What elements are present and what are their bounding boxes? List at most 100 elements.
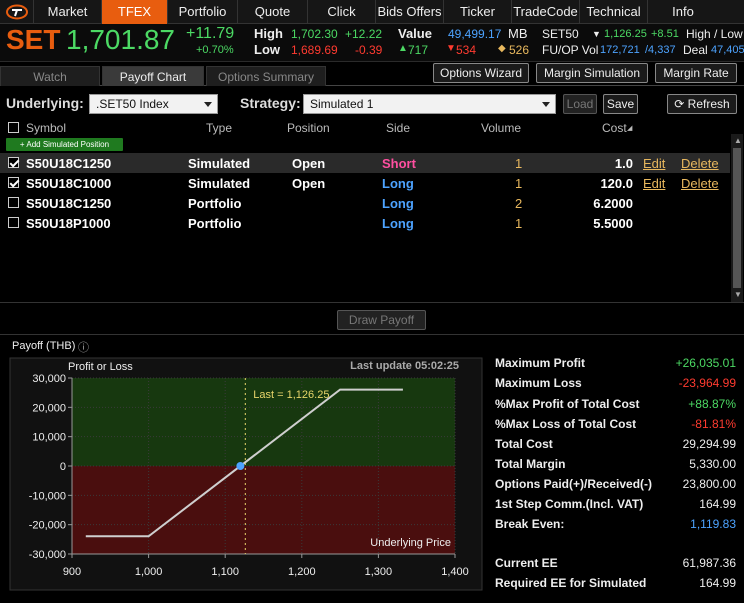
high-change: +12.22 (345, 27, 383, 41)
cell-cost: 6.2000 (593, 196, 633, 211)
tab-payoff-chart[interactable]: Payoff Chart (102, 66, 204, 86)
nav-tab-ticker[interactable]: Ticker (444, 0, 512, 24)
summary-value: 164.99 (699, 576, 736, 590)
underlying-select[interactable]: .SET50 Index (89, 94, 218, 114)
summary-value: 1,119.83 (690, 517, 736, 531)
col-type[interactable]: Type (206, 121, 232, 135)
unchanged-count: 526 (509, 43, 530, 57)
summary-value: -23,964.99 (678, 376, 736, 390)
nav-tab-market[interactable]: Market (34, 0, 102, 24)
cell-symbol: S50U18C1000 (26, 176, 112, 191)
refresh-button[interactable]: ⟳ Refresh (667, 94, 737, 114)
options-wizard-button[interactable]: Options Wizard (433, 63, 529, 83)
x-axis-label: Underlying Price (370, 537, 451, 549)
table-row[interactable]: S50U18C1250 Simulated Open Short 1 1.0 Edit Del… (0, 153, 730, 173)
cell-type: Simulated (188, 176, 251, 191)
cell-side: Long (382, 176, 414, 191)
table-row[interactable]: S50U18C1250 Portfolio Long 2 6.2000 (0, 193, 730, 213)
row-checkbox[interactable] (8, 157, 19, 168)
summary-label: Current EE (495, 556, 558, 570)
table-row[interactable]: S50U18C1000 Simulated Open Long 1 120.0 Edit De… (0, 173, 730, 193)
payoff-title: Payoff (THB) (12, 340, 76, 352)
nav-tab-tfex[interactable]: TFEX (102, 0, 168, 24)
nav-tab-quote[interactable]: Quote (238, 0, 308, 24)
info-icon[interactable]: ⓘ (78, 339, 89, 355)
nav-tab-info[interactable]: Info (648, 0, 718, 24)
delete-link[interactable]: Delete (681, 176, 719, 191)
nav-tab-bids-offers[interactable]: Bids Offers (376, 0, 444, 24)
summary-value: +88.87% (688, 397, 736, 411)
cell-side: Long (382, 216, 414, 231)
high-low-label: High / Low (686, 27, 743, 41)
edit-link[interactable]: Edit (643, 156, 665, 171)
refresh-label: Refresh (687, 97, 730, 111)
summary-value: 5,330.00 (689, 457, 736, 471)
x-tick-label: 1,200 (288, 566, 316, 578)
summary-value: +26,035.01 (675, 356, 736, 370)
summary-label: Total Cost (495, 437, 553, 451)
load-button[interactable]: Load (563, 94, 597, 114)
save-button[interactable]: Save (603, 94, 638, 114)
col-symbol[interactable]: Symbol (26, 121, 66, 135)
set50-value: 1,126.25 (604, 28, 647, 40)
row-checkbox[interactable] (8, 197, 19, 208)
margin-simulation-button[interactable]: Margin Simulation (536, 63, 648, 83)
index-name: SET (6, 24, 61, 55)
deal-value: 47,405 (711, 44, 744, 56)
table-row[interactable]: S50U18P1000 Portfolio Long 1 5.5000 (0, 213, 730, 233)
strategy-label: Strategy: (240, 95, 301, 111)
col-position[interactable]: Position (287, 121, 330, 135)
cell-volume: 1 (515, 176, 523, 191)
cell-symbol: S50U18P1000 (26, 216, 111, 231)
y-tick-label: -10,000 (29, 490, 66, 502)
chevron-down-icon (542, 102, 550, 107)
cell-cost: 1.0 (614, 156, 633, 171)
fuop-vol-label: FU/OP Vol (542, 43, 599, 57)
delete-link[interactable]: Delete (681, 156, 719, 171)
tab-options-summary[interactable]: Options Summary (206, 66, 326, 86)
col-side[interactable]: Side (386, 121, 410, 135)
strategy-select-value: Simulated 1 (310, 97, 374, 111)
cell-type: Portfolio (188, 196, 242, 211)
nav-tab-click[interactable]: Click (308, 0, 376, 24)
add-simulated-position-button[interactable]: + Add Simulated Position (6, 138, 123, 151)
row-checkbox[interactable] (8, 217, 19, 228)
high-value: 1,702.30 (291, 27, 338, 41)
y-tick-label: -20,000 (29, 520, 66, 532)
draw-payoff-button[interactable]: Draw Payoff (337, 310, 426, 330)
nav-tab-portfolio[interactable]: Portfolio (168, 0, 238, 24)
last-price-label: Last = 1,126.25 (253, 389, 329, 401)
index-value: 1,701.87 (66, 24, 175, 55)
set50-dropdown-icon[interactable]: ▼ (592, 29, 601, 39)
nav-tab-technical[interactable]: Technical (580, 0, 648, 24)
top-nav: Market TFEX Portfolio Quote Click Bids O… (0, 0, 744, 24)
table-scrollbar[interactable]: ▲ ▼ (731, 134, 743, 302)
high-label: High (254, 26, 283, 41)
y-tick-label: 30,000 (32, 373, 66, 385)
scroll-thumb[interactable] (733, 148, 741, 288)
edit-link[interactable]: Edit (643, 176, 665, 191)
down-count: 534 (456, 43, 477, 57)
down-arrow-icon: ▼ (446, 43, 456, 54)
op-vol: /4,337 (645, 44, 676, 56)
tab-watch[interactable]: Watch (0, 66, 100, 86)
select-all-checkbox[interactable] (8, 122, 19, 133)
row-checkbox[interactable] (8, 177, 19, 188)
y-tick-label: 20,000 (32, 402, 66, 414)
col-volume[interactable]: Volume (481, 121, 521, 135)
nav-tab-tradecode[interactable]: TradeCode (512, 0, 580, 24)
chevron-down-icon (204, 102, 212, 107)
scroll-up-icon[interactable]: ▲ (734, 136, 742, 145)
cell-symbol: S50U18C1250 (26, 196, 112, 211)
margin-rate-button[interactable]: Margin Rate (655, 63, 737, 83)
y-tick-label: 0 (60, 461, 66, 473)
refresh-icon: ⟳ (674, 97, 688, 111)
strategy-select[interactable]: Simulated 1 (303, 94, 556, 114)
cell-volume: 2 (515, 196, 523, 211)
col-cost[interactable]: Cost (602, 121, 627, 135)
summary-label: Maximum Loss (495, 376, 582, 390)
summary-label: Options Paid(+)/Received(-) (495, 477, 653, 491)
scroll-down-icon[interactable]: ▼ (734, 290, 742, 299)
summary-label: %Max Loss of Total Cost (495, 417, 637, 431)
cell-volume: 1 (515, 156, 523, 171)
